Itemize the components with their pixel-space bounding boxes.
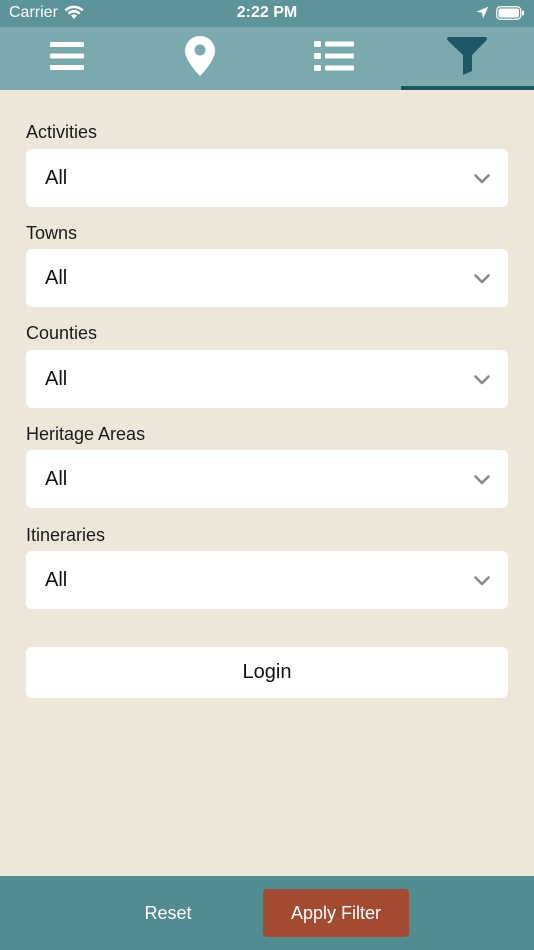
towns-label: Towns <box>26 223 78 243</box>
chevron-down-icon <box>474 372 490 390</box>
counties-select[interactable]: All <box>26 350 508 408</box>
battery-icon <box>496 6 525 25</box>
tab-map[interactable] <box>134 27 268 90</box>
heritage-areas-select[interactable]: All <box>26 450 508 508</box>
tab-menu[interactable] <box>0 27 134 90</box>
chevron-down-icon <box>474 171 490 189</box>
chevron-down-icon <box>474 472 490 490</box>
chevron-down-icon <box>474 271 490 289</box>
itineraries-value: All <box>45 569 68 591</box>
counties-label: Counties <box>26 323 98 343</box>
counties-value: All <box>45 368 68 390</box>
location-arrow-icon <box>476 6 489 24</box>
towns-value: All <box>45 267 68 289</box>
itineraries-select[interactable]: All <box>26 551 508 609</box>
activities-select[interactable]: All <box>26 149 508 207</box>
menu-icon <box>49 41 84 76</box>
clock: 2:22 PM <box>236 4 298 21</box>
tab-bar <box>0 27 534 90</box>
itineraries-label: Itineraries <box>26 525 106 545</box>
apply-filter-button[interactable]: Apply Filter <box>263 889 409 937</box>
chevron-down-icon <box>474 573 490 591</box>
activities-value: All <box>45 167 68 189</box>
tab-filter[interactable] <box>400 27 534 90</box>
bottom-action-bar: Reset Apply Filter <box>0 876 534 950</box>
heritage-areas-value: All <box>45 468 68 490</box>
status-bar: Carrier 2:22 PM <box>0 0 534 27</box>
tab-list[interactable] <box>267 27 401 90</box>
heritage-areas-label: Heritage Areas <box>26 424 146 444</box>
list-icon <box>313 40 354 77</box>
filter-icon <box>447 37 488 80</box>
activities-label: Activities <box>26 122 98 142</box>
map-pin-icon <box>185 36 216 81</box>
towns-select[interactable]: All <box>26 249 508 307</box>
login-button[interactable]: Login <box>26 647 508 698</box>
reset-button[interactable]: Reset <box>118 889 218 937</box>
